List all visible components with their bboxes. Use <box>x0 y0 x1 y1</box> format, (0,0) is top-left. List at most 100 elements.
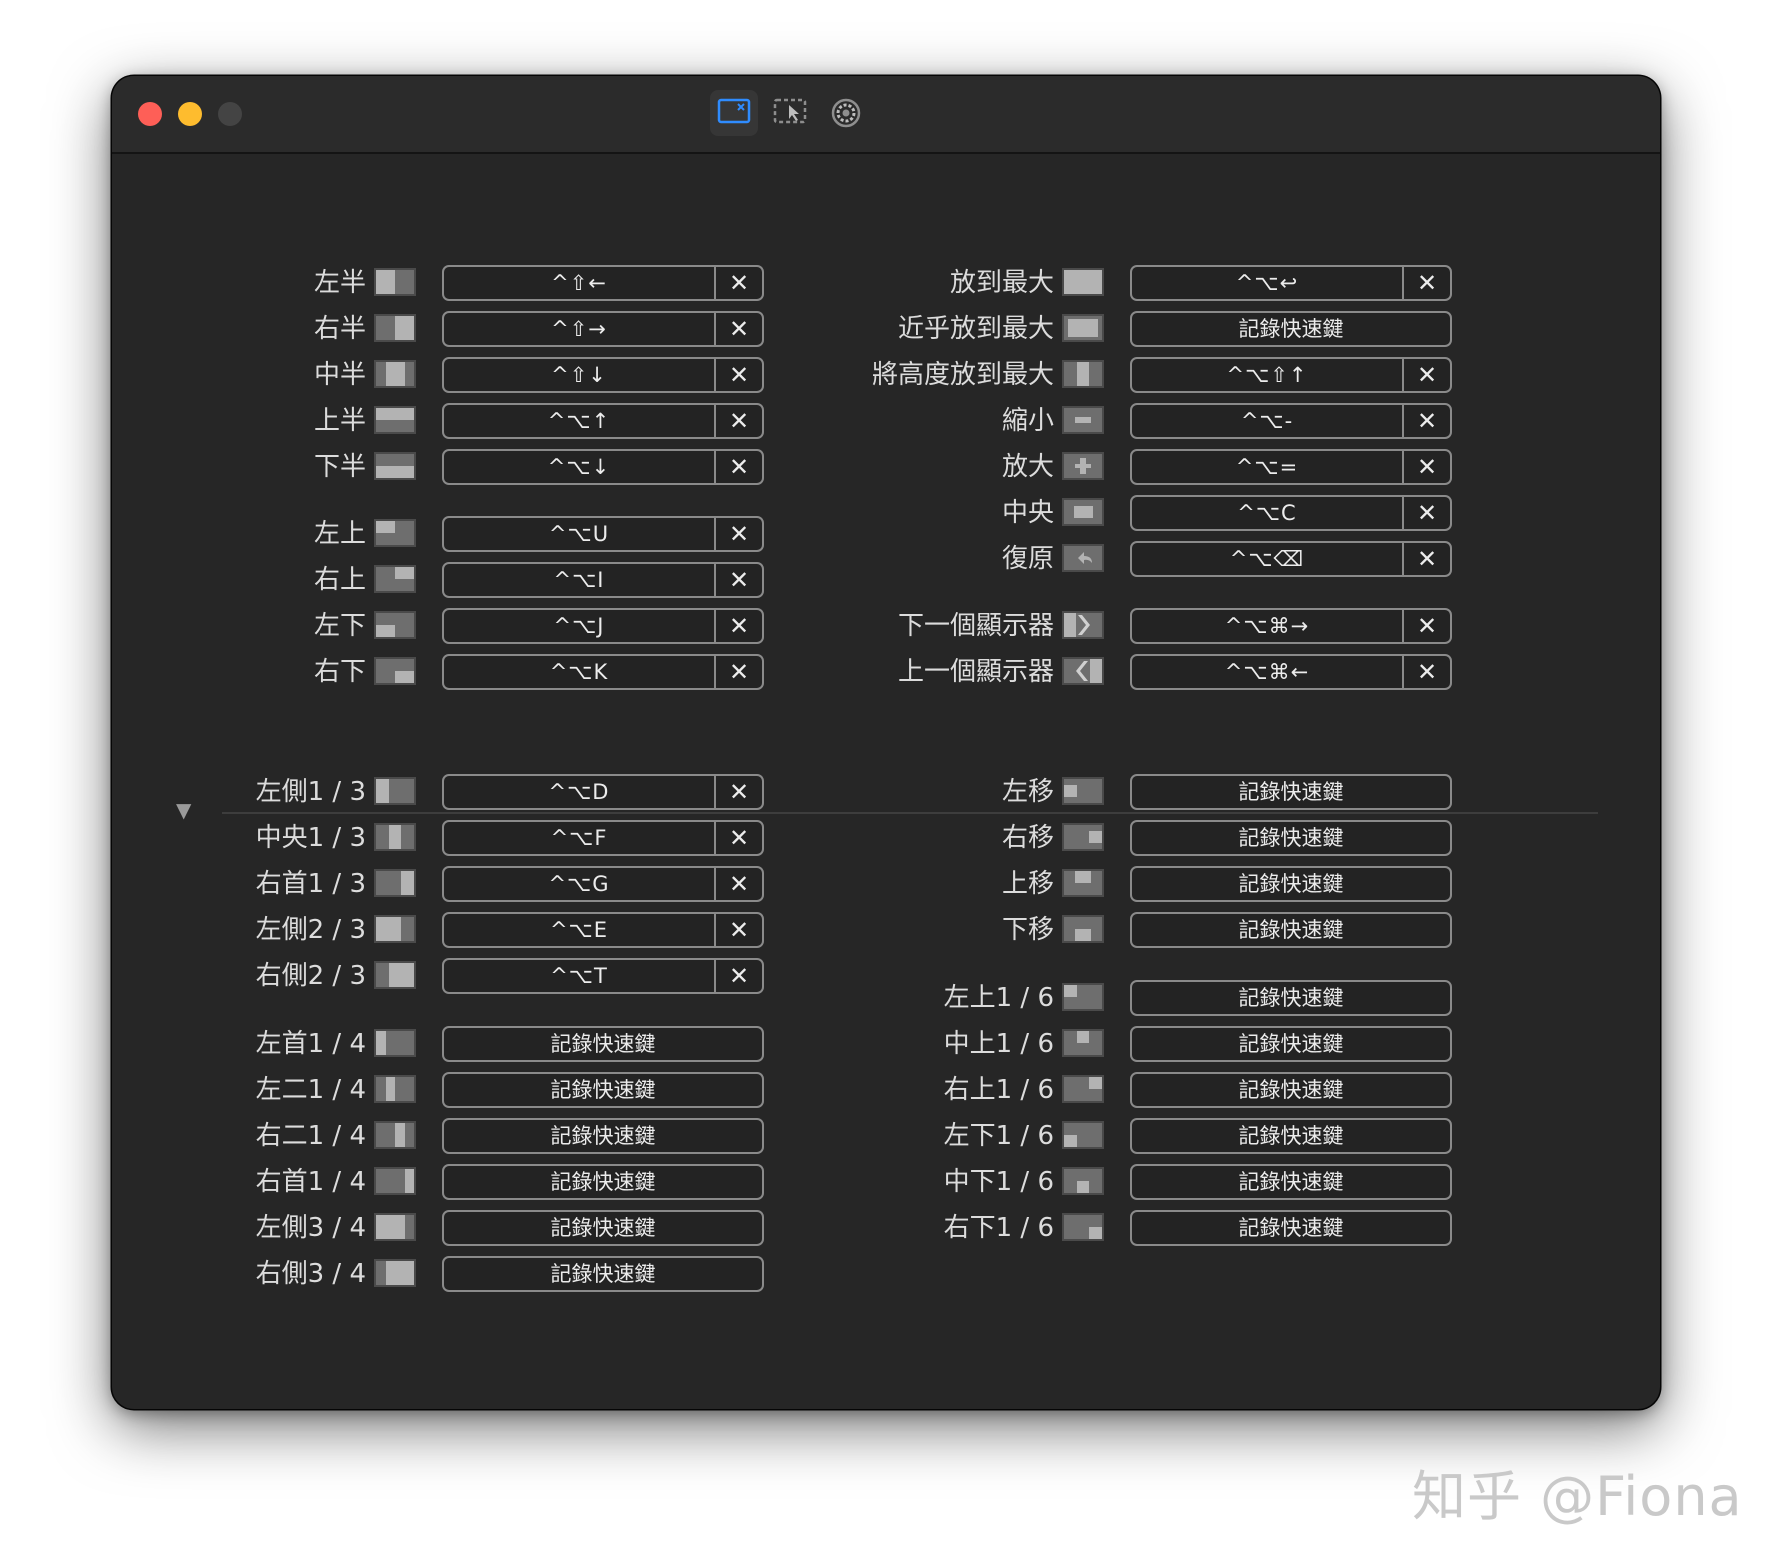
shortcut-recorder[interactable]: ^⌥↑ ✕ <box>442 403 764 439</box>
shortcut-keys[interactable]: ^⌥⌘→ <box>1132 610 1404 642</box>
shortcut-recorder[interactable]: 記錄快速鍵 <box>1130 1026 1452 1062</box>
shortcut-recorder[interactable]: 記錄快速鍵 <box>442 1026 764 1062</box>
shortcut-recorder[interactable]: ^⌥D ✕ <box>442 774 764 810</box>
shortcut-keys[interactable]: ^⌥C <box>1132 497 1404 529</box>
close-window-button[interactable] <box>138 102 162 126</box>
clear-shortcut-icon[interactable]: ✕ <box>1404 656 1450 688</box>
clear-shortcut-icon[interactable]: ✕ <box>716 267 762 299</box>
record-shortcut-button[interactable]: 記錄快速鍵 <box>1132 868 1450 900</box>
shortcut-recorder[interactable]: ^⇧↓ ✕ <box>442 357 764 393</box>
record-shortcut-button[interactable]: 記錄快速鍵 <box>1132 1166 1450 1198</box>
record-shortcut-button[interactable]: 記錄快速鍵 <box>1132 1028 1450 1060</box>
zoom-window-button[interactable] <box>218 102 242 126</box>
record-shortcut-button[interactable]: 記錄快速鍵 <box>1132 1120 1450 1152</box>
shortcut-recorder[interactable]: ^⌥⌫ ✕ <box>1130 541 1452 577</box>
clear-shortcut-icon[interactable]: ✕ <box>716 313 762 345</box>
shortcut-keys[interactable]: ^⌥⇧↑ <box>1132 359 1404 391</box>
shortcut-recorder[interactable]: ^⌥J ✕ <box>442 608 764 644</box>
shortcut-recorder[interactable]: ^⌥T ✕ <box>442 958 764 994</box>
shortcut-keys[interactable]: ^⌥K <box>444 656 716 688</box>
shortcut-keys[interactable]: ^⌥↑ <box>444 405 716 437</box>
shortcut-recorder[interactable]: ^⌥E ✕ <box>442 912 764 948</box>
shortcut-recorder[interactable]: 記錄快速鍵 <box>1130 980 1452 1016</box>
clear-shortcut-icon[interactable]: ✕ <box>1404 543 1450 575</box>
shortcut-recorder[interactable]: 記錄快速鍵 <box>1130 1210 1452 1246</box>
shortcut-recorder[interactable]: ^⌥⌘→ ✕ <box>1130 608 1452 644</box>
shortcut-keys[interactable]: ^⇧→ <box>444 313 716 345</box>
shortcut-keys[interactable]: ^⌥T <box>444 960 716 992</box>
clear-shortcut-icon[interactable]: ✕ <box>716 518 762 550</box>
clear-shortcut-icon[interactable]: ✕ <box>1404 610 1450 642</box>
shortcut-keys[interactable]: ^⌥- <box>1132 405 1404 437</box>
clear-shortcut-icon[interactable]: ✕ <box>716 405 762 437</box>
shortcut-recorder[interactable]: ^⌥G ✕ <box>442 866 764 902</box>
shortcut-recorder[interactable]: ^⌥U ✕ <box>442 516 764 552</box>
clear-shortcut-icon[interactable]: ✕ <box>716 960 762 992</box>
shortcut-recorder[interactable]: ^⌥K ✕ <box>442 654 764 690</box>
shortcut-recorder[interactable]: ^⌥⌘← ✕ <box>1130 654 1452 690</box>
clear-shortcut-icon[interactable]: ✕ <box>716 776 762 808</box>
shortcut-keys[interactable]: ^⇧← <box>444 267 716 299</box>
clear-shortcut-icon[interactable]: ✕ <box>716 822 762 854</box>
clear-shortcut-icon[interactable]: ✕ <box>1404 451 1450 483</box>
clear-shortcut-icon[interactable]: ✕ <box>716 656 762 688</box>
shortcut-recorder[interactable]: 記錄快速鍵 <box>442 1164 764 1200</box>
shortcut-keys[interactable]: ^⌥E <box>444 914 716 946</box>
record-shortcut-button[interactable]: 記錄快速鍵 <box>1132 313 1450 345</box>
shortcut-recorder[interactable]: ^⌥⇧↑ ✕ <box>1130 357 1452 393</box>
record-shortcut-button[interactable]: 記錄快速鍵 <box>444 1166 762 1198</box>
shortcut-recorder[interactable]: 記錄快速鍵 <box>442 1256 764 1292</box>
record-shortcut-button[interactable]: 記錄快速鍵 <box>444 1212 762 1244</box>
shortcut-keys[interactable]: ^⇧↓ <box>444 359 716 391</box>
shortcut-keys[interactable]: ^⌥↓ <box>444 451 716 483</box>
record-shortcut-button[interactable]: 記錄快速鍵 <box>1132 1212 1450 1244</box>
shortcut-keys[interactable]: ^⌥= <box>1132 451 1404 483</box>
shortcut-keys[interactable]: ^⌥F <box>444 822 716 854</box>
shortcut-recorder[interactable]: ^⌥F ✕ <box>442 820 764 856</box>
record-shortcut-button[interactable]: 記錄快速鍵 <box>1132 982 1450 1014</box>
shortcut-keys[interactable]: ^⌥⌫ <box>1132 543 1404 575</box>
shortcut-recorder[interactable]: 記錄快速鍵 <box>442 1118 764 1154</box>
record-shortcut-button[interactable]: 記錄快速鍵 <box>1132 1074 1450 1106</box>
shortcut-recorder[interactable]: 記錄快速鍵 <box>1130 1072 1452 1108</box>
record-shortcut-button[interactable]: 記錄快速鍵 <box>1132 914 1450 946</box>
record-shortcut-button[interactable]: 記錄快速鍵 <box>444 1120 762 1152</box>
shortcut-recorder[interactable]: 記錄快速鍵 <box>1130 774 1452 810</box>
shortcut-recorder[interactable]: 記錄快速鍵 <box>1130 1118 1452 1154</box>
clear-shortcut-icon[interactable]: ✕ <box>1404 497 1450 529</box>
shortcut-recorder[interactable]: ^⇧← ✕ <box>442 265 764 301</box>
clear-shortcut-icon[interactable]: ✕ <box>716 564 762 596</box>
shortcut-recorder[interactable]: ^⇧→ ✕ <box>442 311 764 347</box>
shortcut-keys[interactable]: ^⌥G <box>444 868 716 900</box>
shortcut-recorder[interactable]: ^⌥I ✕ <box>442 562 764 598</box>
shortcut-recorder[interactable]: 記錄快速鍵 <box>1130 866 1452 902</box>
shortcut-keys[interactable]: ^⌥J <box>444 610 716 642</box>
shortcut-recorder[interactable]: ^⌥C ✕ <box>1130 495 1452 531</box>
shortcut-recorder[interactable]: 記錄快速鍵 <box>1130 820 1452 856</box>
record-shortcut-button[interactable]: 記錄快速鍵 <box>444 1074 762 1106</box>
shortcut-recorder[interactable]: 記錄快速鍵 <box>1130 311 1452 347</box>
clear-shortcut-icon[interactable]: ✕ <box>716 868 762 900</box>
clear-shortcut-icon[interactable]: ✕ <box>1404 267 1450 299</box>
clear-shortcut-icon[interactable]: ✕ <box>716 610 762 642</box>
settings-tab-icon[interactable] <box>822 90 870 136</box>
record-shortcut-button[interactable]: 記錄快速鍵 <box>1132 822 1450 854</box>
record-shortcut-button[interactable]: 記錄快速鍵 <box>444 1028 762 1060</box>
shortcut-keys[interactable]: ^⌥I <box>444 564 716 596</box>
clear-shortcut-icon[interactable]: ✕ <box>1404 359 1450 391</box>
clear-shortcut-icon[interactable]: ✕ <box>716 914 762 946</box>
minimize-window-button[interactable] <box>178 102 202 126</box>
clear-shortcut-icon[interactable]: ✕ <box>716 451 762 483</box>
clear-shortcut-icon[interactable]: ✕ <box>716 359 762 391</box>
disclosure-triangle-icon[interactable]: ▼ <box>176 798 191 822</box>
shortcut-keys[interactable]: ^⌥D <box>444 776 716 808</box>
shortcut-recorder[interactable]: 記錄快速鍵 <box>442 1072 764 1108</box>
snap-areas-tab-icon[interactable] <box>766 90 814 136</box>
shortcut-recorder[interactable]: 記錄快速鍵 <box>442 1210 764 1246</box>
shortcut-recorder[interactable]: ^⌥↓ ✕ <box>442 449 764 485</box>
record-shortcut-button[interactable]: 記錄快速鍵 <box>1132 776 1450 808</box>
shortcut-keys[interactable]: ^⌥U <box>444 518 716 550</box>
shortcut-keys[interactable]: ^⌥⌘← <box>1132 656 1404 688</box>
shortcut-recorder[interactable]: 記錄快速鍵 <box>1130 912 1452 948</box>
record-shortcut-button[interactable]: 記錄快速鍵 <box>444 1258 762 1290</box>
